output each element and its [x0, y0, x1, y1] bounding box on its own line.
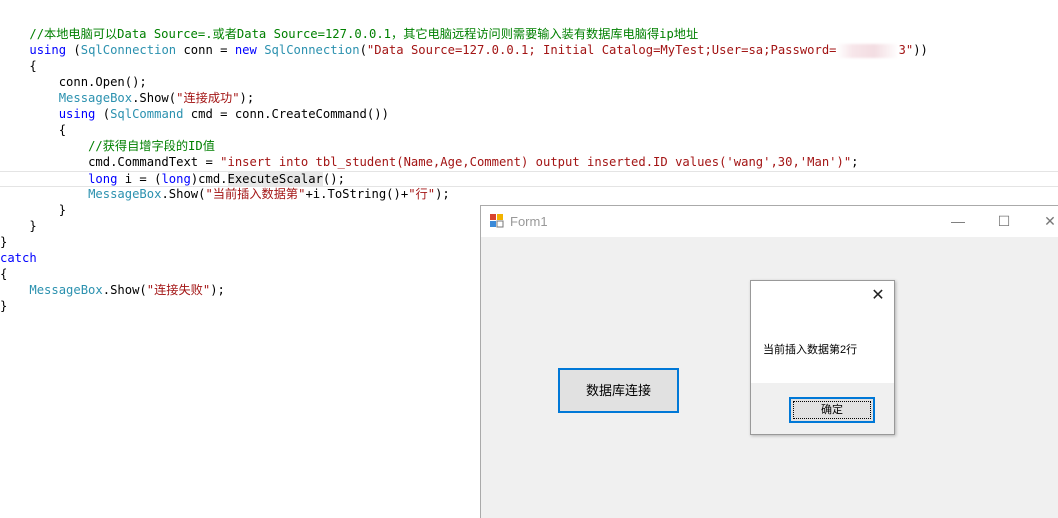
- code-text: +i.ToString()+: [305, 187, 409, 201]
- string-literal: "连接失败": [146, 283, 211, 297]
- code-line-11: MessageBox.Show("当前插入数据第"+i.ToString()+"…: [0, 186, 450, 202]
- brace: }: [0, 299, 8, 313]
- highlighted-method: ExecuteScalar: [227, 172, 323, 186]
- code-text: conn.Open();: [58, 75, 147, 89]
- code-text: .Show(: [102, 283, 147, 297]
- brace: }: [0, 235, 8, 249]
- keyword-catch: catch: [0, 251, 37, 265]
- keyword-long: long: [88, 172, 118, 186]
- code-line-13: }: [0, 218, 37, 234]
- type-name: SqlConnection: [80, 43, 177, 57]
- close-button[interactable]: ✕: [1027, 206, 1058, 237]
- code-text: ;: [851, 155, 859, 169]
- code-text: conn =: [176, 43, 235, 57]
- code-text: )): [913, 43, 928, 57]
- code-text: (: [95, 107, 111, 121]
- message-text: 当前插入数据第2行: [763, 344, 858, 356]
- string-literal: "行": [408, 187, 436, 201]
- message-footer: 确定: [751, 383, 894, 434]
- connection-string: "Data Source=127.0.0.1; Initial Catalog=…: [366, 43, 837, 57]
- code-line-6: using (SqlCommand cmd = conn.CreateComma…: [0, 106, 389, 122]
- type-name: MessageBox: [29, 283, 103, 297]
- type-name: SqlCommand: [110, 107, 184, 121]
- sql-string: "insert into tbl_student(Name,Age,Commen…: [220, 155, 852, 169]
- code-line-10-current[interactable]: long i = (long)cmd.ExecuteScalar();: [0, 171, 1058, 187]
- ok-button[interactable]: 确定: [789, 397, 875, 423]
- keyword-long: long: [161, 172, 191, 186]
- code-text: );: [239, 91, 255, 105]
- code-text: );: [435, 187, 450, 201]
- code-line-5: MessageBox.Show("连接成功");: [0, 90, 255, 106]
- code-text: cmd = conn.CreateCommand()): [183, 107, 389, 121]
- maximize-button[interactable]: ☐: [981, 206, 1027, 237]
- keyword-using: using: [58, 107, 96, 121]
- app-icon: [490, 214, 504, 228]
- keyword-using: using: [29, 43, 67, 57]
- code-line-18: }: [0, 298, 7, 314]
- code-comment: //本地电脑可以Data Source=.或者Data Source=127.0…: [29, 27, 699, 41]
- brace: {: [0, 267, 8, 281]
- focus-rectangle: [793, 401, 871, 419]
- brace: }: [58, 203, 67, 217]
- brace: {: [29, 59, 37, 73]
- code-comment: //获得自增字段的ID值: [88, 139, 215, 153]
- string-literal: "当前插入数据第": [205, 187, 306, 201]
- code-line-17: MessageBox.Show("连接失败");: [0, 282, 225, 298]
- code-text: i = (: [117, 172, 162, 186]
- code-text: .Show(: [132, 91, 177, 105]
- message-box: ✕ 当前插入数据第2行 确定: [750, 280, 895, 435]
- keyword-new: new: [234, 43, 257, 57]
- code-line-15: catch: [0, 250, 37, 266]
- type-name: MessageBox: [58, 91, 133, 105]
- code-text: .Show(: [161, 187, 206, 201]
- code-line-12: }: [0, 202, 66, 218]
- code-text: );: [210, 283, 225, 297]
- brace: }: [29, 219, 37, 233]
- code-line-3: {: [0, 58, 37, 74]
- window-titlebar[interactable]: Form1 — ☐ ✕: [481, 206, 1058, 237]
- code-text: )cmd.: [190, 172, 228, 186]
- code-text: (: [359, 43, 367, 57]
- code-line-8: //获得自增字段的ID值: [0, 138, 215, 154]
- code-line-14: }: [0, 234, 7, 250]
- code-text: ();: [322, 172, 345, 186]
- window-title: Form1: [510, 214, 548, 229]
- code-line-9: cmd.CommandText = "insert into tbl_stude…: [0, 154, 859, 170]
- db-connect-button[interactable]: 数据库连接: [558, 368, 679, 413]
- connection-string-end: 3": [898, 43, 914, 57]
- code-line-7: {: [0, 122, 66, 138]
- type-name: SqlConnection: [264, 43, 360, 57]
- code-line-16: {: [0, 266, 7, 282]
- close-icon[interactable]: ✕: [868, 286, 888, 306]
- code-line-4: conn.Open();: [0, 74, 147, 90]
- code-text: cmd.CommandText =: [88, 155, 221, 169]
- minimize-button[interactable]: —: [935, 206, 981, 237]
- brace: {: [58, 123, 67, 137]
- code-line-1: //本地电脑可以Data Source=.或者Data Source=127.0…: [0, 26, 698, 42]
- code-text: (: [66, 43, 81, 57]
- redacted-password: [836, 43, 899, 58]
- type-name: MessageBox: [88, 187, 162, 201]
- string-literal: "连接成功": [176, 91, 240, 105]
- code-line-2: using (SqlConnection conn = new SqlConne…: [0, 42, 928, 58]
